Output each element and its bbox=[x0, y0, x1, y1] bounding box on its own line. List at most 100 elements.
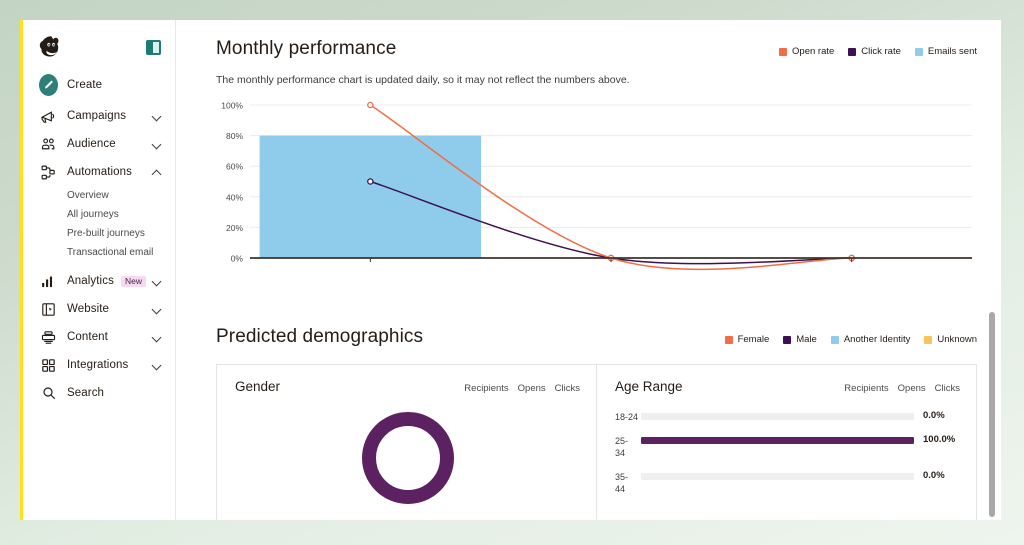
sidebar-item-search[interactable]: Search bbox=[23, 379, 175, 407]
column-header-recipients[interactable]: Recipients bbox=[464, 383, 508, 394]
legend-label-open-rate: Open rate bbox=[792, 46, 835, 57]
age-range-percent: 0.0% bbox=[923, 410, 945, 421]
sidebar-item-campaigns[interactable]: Campaigns bbox=[23, 102, 175, 130]
legend-label-unknown: Unknown bbox=[937, 334, 977, 345]
age-range-bar-track[interactable] bbox=[641, 437, 914, 444]
gender-card: Gender Recipients Opens Clicks bbox=[217, 365, 596, 520]
age-range-percent: 0.0% bbox=[923, 470, 945, 481]
demographics-cards: Gender Recipients Opens Clicks Age Range… bbox=[216, 364, 977, 520]
age-range-label: 18-24 bbox=[615, 412, 639, 422]
age-range-card-columns: Recipients Opens Clicks bbox=[844, 383, 960, 394]
page-title-monthly-performance: Monthly performance bbox=[216, 38, 397, 59]
scrollbar-thumb[interactable] bbox=[989, 312, 995, 517]
sidebar-item-label-search: Search bbox=[67, 387, 105, 399]
sidebar-item-label-audience: Audience bbox=[67, 138, 116, 150]
sidebar-subitem-prebuilt-journeys[interactable]: Pre-built journeys bbox=[23, 224, 175, 243]
chart-bar-emails-sent[interactable] bbox=[259, 135, 482, 258]
sidebar-item-analytics[interactable]: Analytics New bbox=[23, 267, 175, 295]
people-icon bbox=[39, 136, 58, 153]
search-icon bbox=[39, 385, 58, 401]
collapse-panel-icon[interactable] bbox=[146, 39, 161, 55]
column-header-clicks[interactable]: Clicks bbox=[555, 383, 580, 394]
sidebar-item-content[interactable]: Content bbox=[23, 323, 175, 351]
column-header-clicks[interactable]: Clicks bbox=[935, 383, 960, 394]
age-range-percent: 100.0% bbox=[923, 434, 956, 445]
legend-item-male[interactable]: Male bbox=[783, 334, 817, 345]
sidebar-item-label-integrations: Integrations bbox=[67, 359, 129, 371]
sidebar-subitem-all-journeys[interactable]: All journeys bbox=[23, 205, 175, 224]
sidebar-item-label-analytics: Analytics bbox=[67, 275, 114, 287]
legend-item-another-identity[interactable]: Another Identity bbox=[830, 334, 910, 345]
legend-item-female[interactable]: Female bbox=[724, 334, 770, 345]
age-range-card-title: Age Range bbox=[615, 379, 683, 394]
mailchimp-freddie-logo[interactable] bbox=[39, 35, 65, 60]
chevron-down-icon-integrations[interactable] bbox=[152, 360, 163, 371]
chart-y-axis-tick-label: 0% bbox=[231, 254, 244, 264]
sidebar-item-website[interactable]: Website bbox=[23, 295, 175, 323]
column-header-opens[interactable]: Opens bbox=[898, 383, 926, 394]
legend-item-open-rate[interactable]: Open rate bbox=[779, 46, 834, 57]
column-header-recipients[interactable]: Recipients bbox=[844, 383, 888, 394]
legend-item-unknown[interactable]: Unknown bbox=[924, 334, 977, 345]
sidebar-item-automations[interactable]: Automations bbox=[23, 158, 175, 186]
legend-label-female: Female bbox=[737, 334, 770, 345]
sidebar-item-label-automations: Automations bbox=[67, 166, 133, 178]
main-content: Monthly performance Open rate Click rate bbox=[176, 20, 1001, 520]
gender-card-columns: Recipients Opens Clicks bbox=[464, 383, 580, 394]
age-range-label: 35- 44 bbox=[615, 472, 629, 494]
grid-icon bbox=[39, 357, 58, 374]
age-range-bar-fill bbox=[641, 437, 914, 444]
legend-label-emails-sent: Emails sent bbox=[927, 46, 977, 57]
legend-swatch-open-rate bbox=[779, 47, 788, 56]
column-header-opens[interactable]: Opens bbox=[518, 383, 546, 394]
age-range-bar-track[interactable] bbox=[641, 413, 914, 420]
chevron-down-icon-audience[interactable] bbox=[152, 139, 163, 150]
chevron-down-icon-content[interactable] bbox=[152, 332, 163, 343]
legend-swatch-click-rate bbox=[848, 47, 857, 56]
gender-donut-chart[interactable] bbox=[235, 406, 580, 510]
sidebar-subitem-transactional-email[interactable]: Transactional email bbox=[23, 243, 175, 262]
legend-item-emails-sent[interactable]: Emails sent bbox=[914, 46, 977, 57]
sidebar-item-label-campaigns: Campaigns bbox=[67, 110, 127, 122]
legend-swatch-unknown bbox=[924, 335, 933, 344]
chevron-up-icon-automations[interactable] bbox=[152, 167, 163, 178]
chart-y-axis-tick-label: 100% bbox=[221, 101, 243, 111]
sidebar-subitem-label-prebuilt-journeys: Pre-built journeys bbox=[67, 228, 145, 239]
sidebar-header bbox=[23, 26, 175, 68]
chart-point-click-rate[interactable] bbox=[367, 178, 374, 185]
age-range-row: 18-24 0.0% bbox=[615, 410, 960, 423]
chart-y-axis-tick-label: 20% bbox=[226, 223, 243, 233]
bar-chart-icon bbox=[39, 273, 58, 290]
age-range-row: 35- 44 0.0% bbox=[615, 470, 960, 495]
content-icon bbox=[39, 329, 58, 346]
gender-card-title: Gender bbox=[235, 379, 281, 394]
sidebar-item-create[interactable]: Create bbox=[23, 68, 175, 102]
pencil-icon bbox=[39, 74, 58, 96]
legend-swatch-female bbox=[724, 335, 733, 344]
app-window: Create Campaigns Audience Automations Ov… bbox=[20, 20, 1001, 520]
performance-subtitle: The monthly performance chart is updated… bbox=[216, 74, 630, 86]
age-range-label: 25- 34 bbox=[615, 436, 629, 458]
performance-legend: Open rate Click rate Emails sent bbox=[779, 38, 977, 57]
legend-item-click-rate[interactable]: Click rate bbox=[848, 46, 901, 57]
chevron-down-icon-website[interactable] bbox=[152, 304, 163, 315]
sidebar-subitem-overview[interactable]: Overview bbox=[23, 186, 175, 205]
sidebar-item-integrations[interactable]: Integrations bbox=[23, 351, 175, 379]
predicted-demographics-section: Predicted demographics Female Male Anoth… bbox=[216, 326, 977, 520]
megaphone-icon bbox=[39, 108, 58, 125]
chevron-down-icon-analytics[interactable] bbox=[152, 276, 163, 287]
demographics-legend: Female Male Another Identity Unknown bbox=[724, 326, 977, 345]
sidebar-item-audience[interactable]: Audience bbox=[23, 130, 175, 158]
sidebar-item-label-content: Content bbox=[67, 331, 108, 343]
chevron-down-icon-campaigns[interactable] bbox=[152, 111, 163, 122]
sidebar-subitem-label-overview: Overview bbox=[67, 190, 109, 201]
sidebar-subitem-label-all-journeys: All journeys bbox=[67, 209, 119, 220]
legend-swatch-another-identity bbox=[830, 335, 839, 344]
legend-swatch-male bbox=[783, 335, 792, 344]
monthly-performance-section: Monthly performance Open rate Click rate bbox=[216, 38, 977, 276]
age-range-bar-track[interactable] bbox=[641, 473, 914, 480]
scrollbar-track[interactable] bbox=[989, 20, 998, 520]
age-range-bar-list: 18-24 0.0% 25- 34 100.0% 35- 44 0.0% bbox=[615, 410, 960, 495]
chart-point-open-rate[interactable] bbox=[367, 101, 374, 109]
monthly-performance-chart[interactable]: 0% 20% 40% 60% 80% 100% bbox=[216, 96, 977, 276]
